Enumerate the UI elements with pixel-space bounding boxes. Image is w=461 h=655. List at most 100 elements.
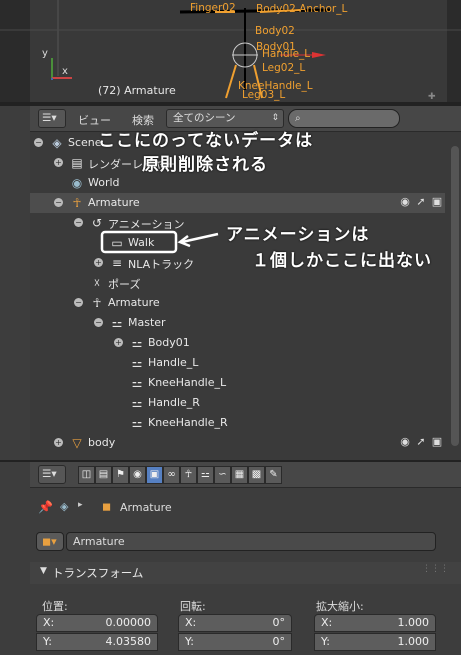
outliner-row[interactable]: ⚍ KneeHandle_L	[30, 373, 445, 393]
bone-icon: ⚍	[131, 336, 143, 350]
location-y-field[interactable]: Y: 4.03580	[36, 633, 158, 651]
render-layers-tab-icon[interactable]: ▤	[95, 466, 112, 484]
breadcrumb-separator-icon: ▸	[78, 500, 83, 510]
outliner-row-label: body	[88, 436, 116, 449]
bone-icon: ⚍	[131, 376, 143, 390]
outliner-row-label: アニメーション	[108, 218, 185, 231]
render-layers-icon: ▤	[71, 156, 83, 170]
collapse-icon[interactable]: −	[94, 318, 103, 327]
selectable-cursor-icon[interactable]: ➚	[413, 195, 429, 208]
bone-label: Leg02_L	[262, 62, 306, 74]
world-icon: ◉	[71, 176, 83, 190]
texture-tab-icon[interactable]: ▩	[248, 466, 265, 484]
search-icon: ⌕	[295, 113, 301, 124]
selectable-cursor-icon[interactable]: ➚	[413, 435, 429, 448]
scale-y-field[interactable]: Y: 1.000	[314, 633, 436, 651]
disclosure-triangle-icon: ▼	[40, 566, 47, 576]
outliner-editor: ☰▾ ビュー 検索 全てのシーン ⇕ ⌕ − ◈ Scene + ▤ レンダーレイヤー ◉ W…	[30, 106, 461, 460]
visibility-eye-icon[interactable]: ◉	[397, 435, 413, 448]
world-tab-icon[interactable]: ◉	[129, 466, 146, 484]
bone-tab-icon[interactable]: ⚍	[197, 466, 214, 484]
outliner-row-label: ポーズ	[108, 278, 141, 291]
outliner-row-label: Armature	[108, 296, 160, 309]
outliner-row[interactable]: ☓ ポーズ	[30, 273, 445, 293]
rotation-x-field[interactable]: X: 0°	[178, 614, 292, 632]
collapse-icon[interactable]: −	[34, 138, 43, 147]
outliner-row[interactable]: − ☥ Armature	[30, 293, 445, 313]
collapse-icon[interactable]: −	[54, 198, 63, 207]
expand-icon[interactable]: +	[94, 258, 103, 267]
annotation-note: ここにのってないデータは	[98, 131, 314, 151]
drag-handle-icon[interactable]: ⋮⋮⋮	[422, 564, 449, 574]
outliner-scrollbar[interactable]	[451, 146, 459, 446]
render-camera-icon[interactable]: ▣	[429, 195, 445, 208]
expand-icon[interactable]: +	[54, 158, 63, 167]
outliner-row-label: Handle_L	[148, 356, 199, 369]
outliner-row-label: Scene	[68, 136, 102, 149]
bone-icon: ⚍	[131, 416, 143, 430]
bone-label: Body02	[255, 25, 295, 37]
render-camera-icon[interactable]: ▣	[429, 435, 445, 448]
outliner-row[interactable]: ◉ World	[30, 173, 445, 193]
outliner-row[interactable]: − ⚍ Master	[30, 313, 445, 333]
outliner-row-label: Walk	[128, 236, 155, 249]
bone-label: Leg03_L	[242, 89, 286, 101]
editor-type-button[interactable]: ☰▾	[38, 109, 66, 128]
viewport-status-text: (72) Armature	[98, 84, 176, 97]
outliner-row-label: Body01	[148, 336, 190, 349]
annotation-note: 原則削除される	[142, 155, 268, 175]
area-resize-icon[interactable]: ✚	[428, 92, 436, 102]
bone-label: Handle_L	[262, 48, 311, 60]
bone-icon: ⚍	[131, 356, 143, 370]
chevron-updown-icon: ⇕	[271, 113, 279, 123]
expand-icon[interactable]: +	[54, 438, 63, 447]
outliner-row[interactable]: ⚍ Handle_L	[30, 353, 445, 373]
render-tab-icon[interactable]: ◫	[78, 466, 95, 484]
object-name-field[interactable]: Armature	[66, 532, 436, 551]
bone-icon: ⚍	[131, 396, 143, 410]
location-x-field[interactable]: X: 0.00000	[36, 614, 158, 632]
material-tab-icon[interactable]: ▦	[231, 466, 248, 484]
object-tab-icon[interactable]: ▣	[146, 466, 163, 484]
animation-icon: ↺	[91, 216, 103, 230]
armature-object-icon: ☥	[72, 196, 82, 210]
properties-editor: ☰▾ ◫ ▤ ⚑ ◉ ▣ ∞ ☥ ⚍ ∽ ▦ ▩ ✎ 📌 ◈ ▸ ◼ Armat…	[30, 462, 461, 655]
collapse-icon[interactable]: −	[74, 218, 83, 227]
pose-icon: ☓	[93, 276, 101, 290]
outliner-row[interactable]: + ⚍ Body01	[30, 333, 445, 353]
object-type-icon[interactable]: ◼▾	[36, 532, 64, 551]
outliner-row[interactable]: + ▽ body ◉ ➚ ▣	[30, 433, 445, 453]
action-icon: ▭	[111, 236, 123, 250]
axis-y-label: y	[42, 48, 48, 59]
scene-breadcrumb-icon: ◈	[60, 500, 69, 513]
outliner-row-label: Armature	[88, 196, 140, 209]
outliner-row[interactable]: − ☥ Armature ◉ ➚ ▣	[30, 193, 445, 213]
3d-viewport[interactable]: Finger02 Body02 Anchor_L Body02 Body01 H…	[0, 0, 461, 102]
outliner-row[interactable]: ⚍ KneeHandle_R	[30, 413, 445, 433]
panel-title: トランスフォーム	[52, 566, 144, 580]
mesh-object-icon: ▽	[72, 436, 82, 450]
axis-x-label: x	[62, 66, 68, 77]
scene-tab-icon[interactable]: ⚑	[112, 466, 129, 484]
armature-data-tab-icon[interactable]: ☥	[180, 466, 197, 484]
armature-data-icon: ☥	[92, 296, 102, 310]
constraints-tab-icon[interactable]: ∞	[163, 466, 180, 484]
collapse-icon[interactable]: −	[74, 298, 83, 307]
rotation-y-field[interactable]: Y: 0°	[178, 633, 292, 651]
physics-tab-icon[interactable]: ✎	[265, 466, 282, 484]
outliner-row-label: NLAトラック	[128, 258, 195, 271]
visibility-eye-icon[interactable]: ◉	[397, 195, 413, 208]
bone-constraints-tab-icon[interactable]: ∽	[214, 466, 231, 484]
viewport-canvas	[0, 0, 461, 99]
pin-icon[interactable]: 📌	[38, 500, 53, 514]
properties-header: ☰▾ ◫ ▤ ⚑ ◉ ▣ ∞ ☥ ⚍ ∽ ▦ ▩ ✎	[30, 462, 461, 488]
outliner-row-label: Handle_R	[148, 396, 200, 409]
restrict-toggles: ◉ ➚ ▣	[397, 195, 445, 208]
rotation-label: 回転:	[180, 600, 206, 613]
transform-panel-header[interactable]: ▼ トランスフォーム ⋮⋮⋮	[30, 562, 461, 584]
expand-icon[interactable]: +	[114, 338, 123, 347]
outliner-row[interactable]: ⚍ Handle_R	[30, 393, 445, 413]
blender-window: { "viewport": { "status_text": "(72) Arm…	[0, 0, 461, 655]
editor-type-button[interactable]: ☰▾	[38, 465, 66, 484]
scale-x-field[interactable]: X: 1.000	[314, 614, 436, 632]
